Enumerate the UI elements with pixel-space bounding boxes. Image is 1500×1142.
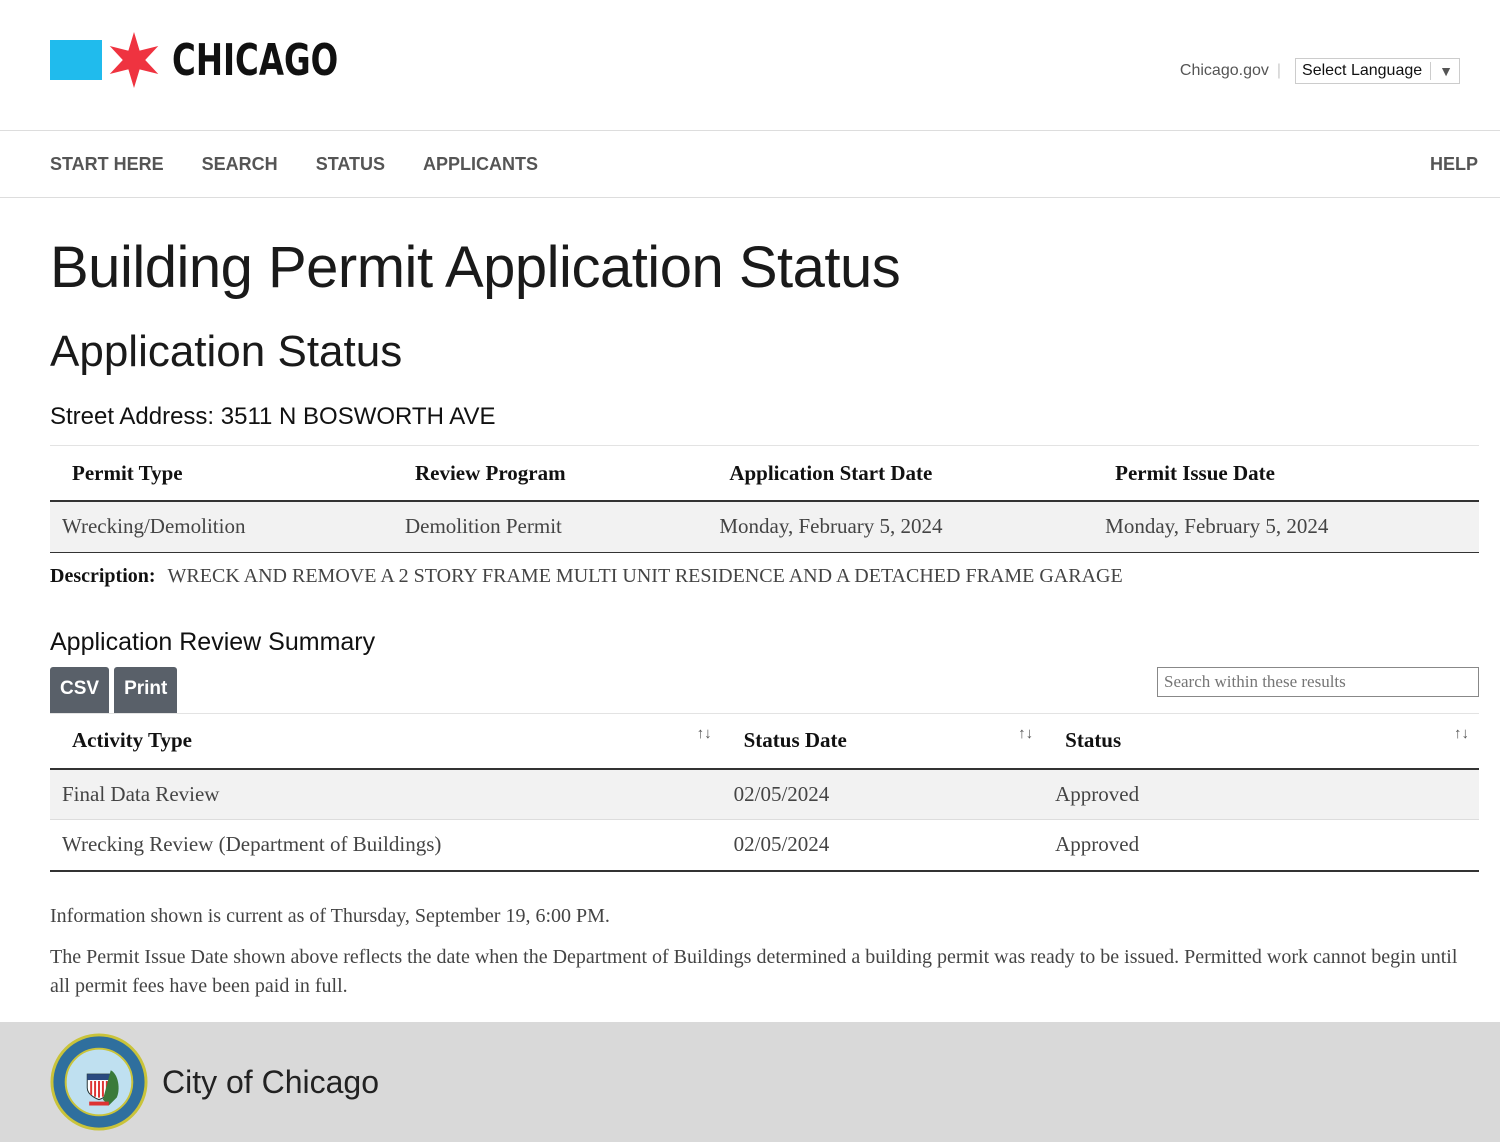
site-footer: City of Chicago [0,1022,1500,1142]
header-issue-date: Permit Issue Date [1093,446,1479,502]
page-title: Building Permit Application Status [50,235,901,300]
sort-icon[interactable]: ↑↓ [697,726,712,743]
print-button[interactable]: Print [114,666,178,713]
dropdown-arrow-icon: ▼ [1439,63,1453,79]
logo-blue-block [50,40,102,80]
status: Approved [1043,819,1479,872]
status: Approved [1043,768,1479,820]
logo-text: CHICAGO [172,34,339,86]
header-label: Status [1065,728,1122,752]
sort-icon[interactable]: ↑↓ [1454,726,1469,743]
start-date: Monday, February 5, 2024 [707,501,1094,553]
site-header: CHICAGO Chicago.gov | Select Language ▼ [0,0,1500,131]
header-activity-type[interactable]: Activity Type ↑↓ [50,713,722,770]
header-status[interactable]: Status ↑↓ [1043,713,1479,770]
nav-help[interactable]: HELP [1430,154,1478,175]
permit-issue-note: The Permit Issue Date shown above reflec… [50,945,1458,997]
permit-table: Permit Type Review Program Application S… [50,446,1479,553]
description: Description: WRECK AND REMOVE A 2 STORY F… [50,565,1479,588]
language-select[interactable]: Select Language ▼ [1295,58,1460,84]
search-input[interactable] [1157,666,1479,697]
chicago-gov-link[interactable]: Chicago.gov [1180,62,1269,80]
review-table: Activity Type ↑↓ Status Date ↑↓ Status ↑↓ F… [50,713,1479,872]
description-label: Description: [50,564,156,587]
footer-city-name: City of Chicago [162,1063,379,1100]
nav-start-here[interactable]: START HERE [50,154,164,175]
header-review-program: Review Program [392,446,708,502]
activity-type: Final Data Review [50,768,722,820]
table-row: Final Data Review 02/05/2024 Approved [50,768,1479,820]
chicago-logo[interactable]: CHICAGO [50,30,375,90]
info-current-note: Information shown is current as of Thurs… [50,904,610,927]
table-row: Wrecking Review (Department of Buildings… [50,819,1479,872]
divider: | [1276,62,1282,79]
activity-type: Wrecking Review (Department of Buildings… [50,819,722,872]
nav-search[interactable]: SEARCH [202,154,278,175]
nav-applicants[interactable]: APPLICANTS [423,154,538,175]
divider [1430,62,1432,80]
main-nav: START HERE SEARCH STATUS APPLICANTS HELP [0,131,1500,198]
status-date: 02/05/2024 [721,768,1044,820]
header-label: Status Date [743,728,847,752]
csv-button[interactable]: CSV [50,666,110,713]
header-start-date: Application Start Date [707,446,1094,502]
red-star-icon [109,32,159,88]
status-date: 02/05/2024 [721,819,1044,872]
header-status-date[interactable]: Status Date ↑↓ [721,713,1044,770]
city-seal-icon [50,1033,148,1131]
table-row: Wrecking/Demolition Demolition Permit Mo… [50,501,1479,553]
review-program: Demolition Permit [392,501,708,553]
issue-date: Monday, February 5, 2024 [1093,501,1479,553]
header-label: Activity Type [72,728,192,752]
description-text: WRECK AND REMOVE A 2 STORY FRAME MULTI U… [167,564,1123,587]
header-permit-type: Permit Type [50,446,393,502]
nav-status[interactable]: STATUS [316,154,385,175]
sort-icon[interactable]: ↑↓ [1018,726,1033,743]
permit-type: Wrecking/Demolition [50,501,393,553]
street-address: Street Address: 3511 N BOSWORTH AVE [50,403,1479,446]
page-subtitle: Application Status [50,327,403,376]
language-select-label: Select Language [1302,62,1423,79]
review-summary-title: Application Review Summary [50,627,376,656]
